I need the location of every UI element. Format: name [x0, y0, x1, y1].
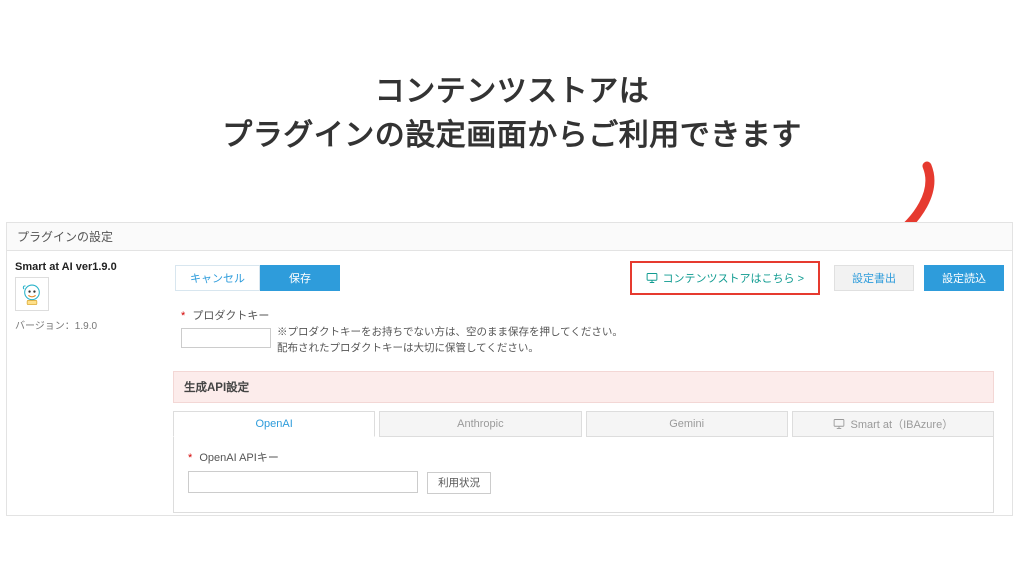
tab-content-openai: * OpenAI APIキー 利用状況 [173, 437, 994, 513]
headline-line-1: コンテンツストアは [0, 70, 1024, 114]
export-settings-button[interactable]: 設定書出 [834, 265, 914, 291]
openai-api-key-label: OpenAI APIキー [199, 452, 278, 464]
openai-api-key-input[interactable] [188, 471, 418, 493]
top-toolbar: キャンセル 保存 コンテンツストアはこちら > 設定書出 設定読込 [157, 251, 1004, 307]
product-key-row: * プロダクトキー ※プロダクトキーをお持ちでない方は、空のまま保存を押してくだ… [157, 307, 1004, 367]
tab-gemini[interactable]: Gemini [586, 411, 788, 437]
monitor-icon [833, 418, 845, 430]
monitor-icon [646, 272, 658, 284]
required-mark: * [188, 452, 192, 464]
panel-title-bar: プラグインの設定 [7, 223, 1012, 251]
plugin-info: Smart at AI ver1.9.0 バージョン：1.9.0 [7, 251, 157, 515]
product-key-input[interactable] [181, 328, 271, 348]
plugin-icon [15, 277, 49, 311]
panel-title: プラグインの設定 [17, 228, 113, 245]
required-mark: * [181, 310, 185, 322]
tab-anthropic[interactable]: Anthropic [379, 411, 581, 437]
content-store-link-label: コンテンツストアはこちら > [663, 270, 804, 286]
save-button[interactable]: 保存 [260, 265, 340, 291]
tab-openai[interactable]: OpenAI [173, 411, 375, 437]
plugin-settings-panel: プラグインの設定 Smart at AI ver1.9.0 バージョン：1.9.… [6, 222, 1013, 516]
import-settings-button[interactable]: 設定読込 [924, 265, 1004, 291]
cancel-button[interactable]: キャンセル [175, 265, 260, 291]
product-key-help: ※プロダクトキーをお持ちでない方は、空のまま保存を押してください。 配布されたプ… [277, 325, 623, 357]
usage-status-button[interactable]: 利用状況 [427, 472, 491, 494]
product-key-label: プロダクトキー [192, 310, 269, 322]
plugin-version: バージョン：1.9.0 [15, 317, 147, 332]
store-link-highlight: コンテンツストアはこちら > [630, 261, 820, 295]
api-section-header: 生成API設定 [173, 371, 994, 403]
api-provider-tabs: OpenAI Anthropic Gemini Smart at（IBAzure… [173, 411, 994, 437]
headline-line-2: プラグインの設定画面からご利用できます [0, 114, 1024, 158]
plugin-name: Smart at AI ver1.9.0 [15, 261, 147, 273]
headline: コンテンツストアは プラグインの設定画面からご利用できます [0, 70, 1024, 157]
tab-smart-at-ibazure[interactable]: Smart at（IBAzure） [792, 411, 994, 437]
content-store-link[interactable]: コンテンツストアはこちら > [638, 266, 812, 290]
